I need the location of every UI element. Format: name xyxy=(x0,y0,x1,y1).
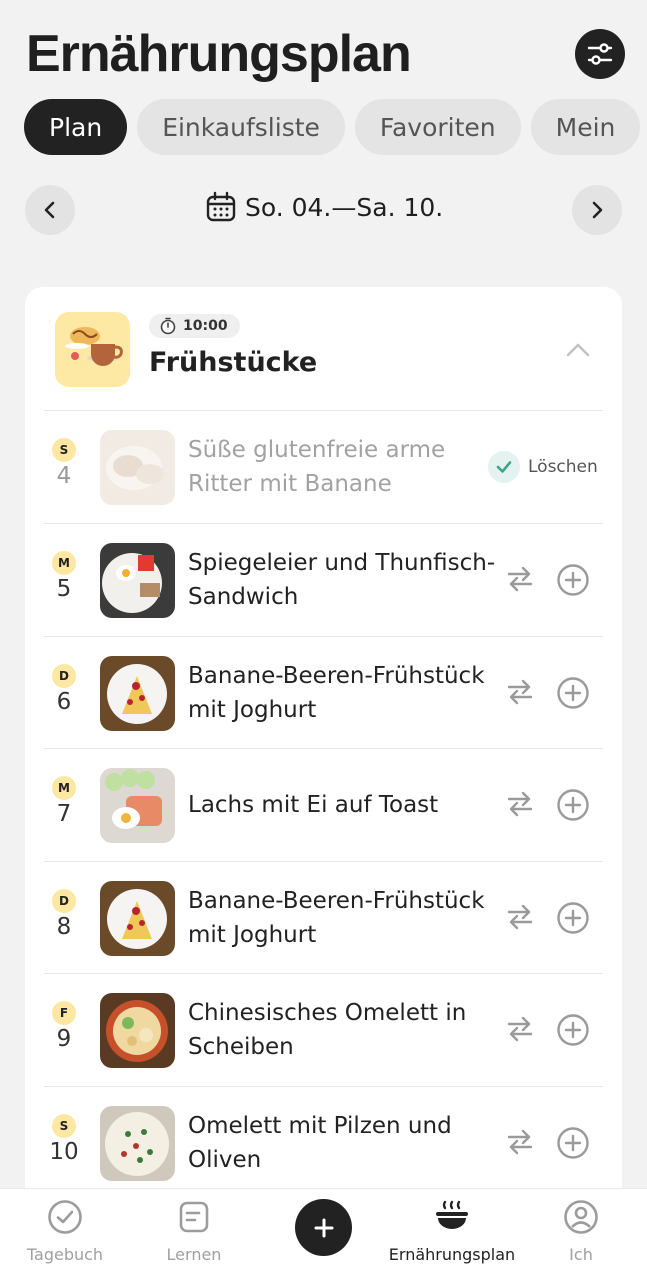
meal-time: 10:00 xyxy=(183,318,228,334)
weekday-badge: D xyxy=(52,889,76,913)
swap-icon[interactable] xyxy=(505,1127,535,1157)
chevron-up-icon[interactable] xyxy=(565,337,591,363)
recipe-name[interactable]: Omelett mit Pilzen und Oliven xyxy=(188,1109,508,1177)
add-button[interactable] xyxy=(295,1199,352,1256)
recipe-thumbnail[interactable] xyxy=(100,1106,175,1181)
add-circle-icon[interactable] xyxy=(556,901,590,935)
next-week-button[interactable] xyxy=(572,185,622,235)
meal-title: Frühstücke xyxy=(149,347,318,378)
meal-time-badge: 10:00 xyxy=(149,314,240,338)
recipe-name[interactable]: Süße glutenfreie arme Ritter mit Banane xyxy=(188,433,508,501)
delete-label: Löschen xyxy=(528,457,598,477)
bottom-navigation: Tagebuch Lernen Ernährungsplan Ich xyxy=(0,1188,647,1280)
nav-ich[interactable]: Ich xyxy=(516,1199,646,1264)
swap-icon[interactable] xyxy=(505,564,535,594)
recipe-thumbnail[interactable] xyxy=(100,430,175,505)
delete-done-button[interactable]: Löschen xyxy=(488,451,598,483)
date-navigator: So. 04.—Sa. 10. xyxy=(25,185,622,235)
filter-button[interactable] xyxy=(575,29,625,79)
meal-row[interactable]: S 10 Omelett mit Pilzen und Oliven xyxy=(44,1086,603,1198)
recipe-name[interactable]: Spiegeleier und Thunfisch-Sandwich xyxy=(188,546,508,614)
meal-row[interactable]: D 6 Banane-Beeren-Frühstück mit Joghurt xyxy=(44,636,603,748)
day-number: 6 xyxy=(56,689,72,715)
profile-icon xyxy=(564,1200,598,1234)
swap-icon[interactable] xyxy=(505,677,535,707)
recipe-name[interactable]: Banane-Beeren-Frühstück mit Joghurt xyxy=(188,659,508,727)
meal-row[interactable]: M 5 Spiegeleier und Thunfisch-Sandwich xyxy=(44,523,603,635)
note-icon xyxy=(179,1201,209,1233)
recipe-thumbnail[interactable] xyxy=(100,881,175,956)
day-indicator: F 9 xyxy=(44,1001,84,1052)
nav-label: Ich xyxy=(569,1245,593,1264)
tab-einkaufsliste[interactable]: Einkaufsliste xyxy=(137,99,345,155)
bowl-icon xyxy=(436,1200,468,1229)
add-circle-icon[interactable] xyxy=(556,1013,590,1047)
weekday-badge: S xyxy=(52,1114,76,1138)
meal-row[interactable]: D 8 Banane-Beeren-Frühstück mit Joghurt xyxy=(44,861,603,973)
add-circle-icon[interactable] xyxy=(556,1126,590,1160)
day-indicator: D 6 xyxy=(44,664,84,715)
chevron-right-icon xyxy=(592,201,603,219)
check-icon xyxy=(488,451,520,483)
day-number: 9 xyxy=(56,1026,72,1052)
swap-icon[interactable] xyxy=(505,902,535,932)
weekday-badge: F xyxy=(52,1001,76,1025)
plus-icon xyxy=(314,1218,333,1237)
recipe-thumbnail[interactable] xyxy=(100,543,175,618)
recipe-name[interactable]: Chinesisches Omelett in Scheiben xyxy=(188,996,508,1064)
weekday-badge: S xyxy=(52,438,76,462)
breakfast-illustration-icon xyxy=(55,312,130,387)
day-indicator: M 7 xyxy=(44,776,84,827)
recipe-name[interactable]: Banane-Beeren-Frühstück mit Joghurt xyxy=(188,884,508,952)
weekday-badge: M xyxy=(52,776,76,800)
day-indicator: M 5 xyxy=(44,551,84,602)
day-number: 5 xyxy=(56,576,72,602)
nav-tagebuch[interactable]: Tagebuch xyxy=(0,1199,130,1264)
meal-card: 10:00 Frühstücke S 4 Süße glutenfreie ar… xyxy=(25,287,622,1247)
week-range-label: So. 04.—Sa. 10. xyxy=(245,192,444,222)
nav-label: Tagebuch xyxy=(26,1245,104,1264)
recipe-thumbnail[interactable] xyxy=(100,656,175,731)
day-indicator: D 8 xyxy=(44,889,84,940)
nav-label: Lernen xyxy=(166,1245,222,1264)
day-number: 7 xyxy=(56,801,72,827)
meal-header[interactable]: 10:00 Frühstücke xyxy=(25,287,622,411)
header: Ernährungsplan Plan Einkaufsliste Favorite… xyxy=(0,0,647,260)
page-title: Ernährungsplan xyxy=(26,25,412,83)
tab-mein[interactable]: Mein xyxy=(530,99,641,155)
check-circle-icon xyxy=(48,1200,82,1234)
swap-icon[interactable] xyxy=(505,789,535,819)
nav-ernaehrungsplan[interactable]: Ernährungsplan xyxy=(387,1199,517,1264)
nav-lernen[interactable]: Lernen xyxy=(129,1199,259,1264)
swap-icon[interactable] xyxy=(505,1014,535,1044)
recipe-thumbnail[interactable] xyxy=(100,993,175,1068)
weekday-badge: M xyxy=(52,551,76,575)
day-indicator: S 10 xyxy=(44,1114,84,1165)
previous-week-button[interactable] xyxy=(25,185,75,235)
day-number: 4 xyxy=(56,463,72,489)
nav-label: Ernährungsplan xyxy=(388,1245,516,1264)
add-circle-icon[interactable] xyxy=(556,788,590,822)
tab-bar: Plan Einkaufsliste Favoriten Mein xyxy=(24,99,647,155)
sliders-icon xyxy=(587,43,613,65)
day-number: 8 xyxy=(56,914,72,940)
meal-row[interactable]: S 4 Süße glutenfreie arme Ritter mit Ban… xyxy=(44,410,603,522)
chevron-left-icon xyxy=(44,201,55,219)
tab-favoriten[interactable]: Favoriten xyxy=(354,99,521,155)
meal-row[interactable]: M 7 Lachs mit Ei auf Toast xyxy=(44,748,603,860)
meal-row[interactable]: F 9 Chinesisches Omelett in Scheiben xyxy=(44,973,603,1085)
add-circle-icon[interactable] xyxy=(556,676,590,710)
stopwatch-icon xyxy=(160,317,176,335)
weekday-badge: D xyxy=(52,664,76,688)
add-circle-icon[interactable] xyxy=(556,563,590,597)
day-number: 10 xyxy=(49,1139,79,1165)
day-indicator: S 4 xyxy=(44,438,84,489)
week-range[interactable]: So. 04.—Sa. 10. xyxy=(205,191,443,223)
recipe-thumbnail[interactable] xyxy=(100,768,175,843)
recipe-name[interactable]: Lachs mit Ei auf Toast xyxy=(188,788,508,822)
calendar-icon xyxy=(206,191,236,222)
tab-plan[interactable]: Plan xyxy=(24,99,128,155)
